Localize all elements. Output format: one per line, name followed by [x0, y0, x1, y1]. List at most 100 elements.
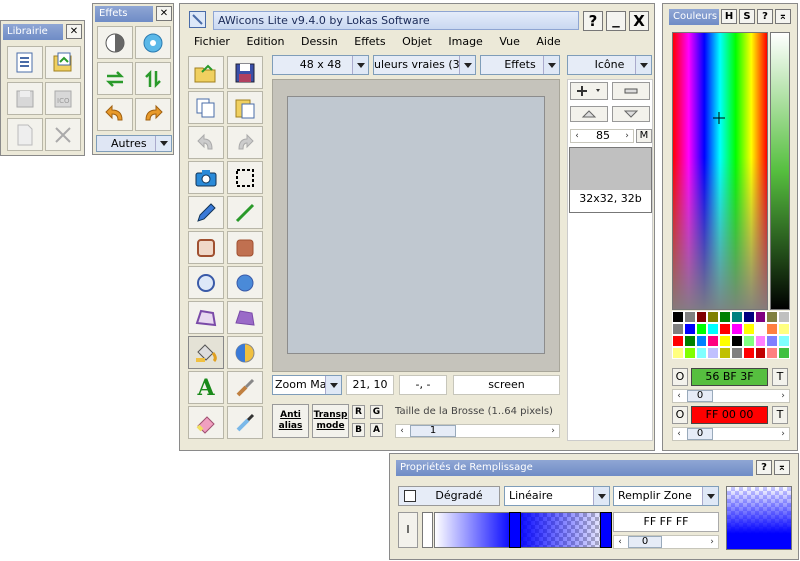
fill-mode-combo[interactable]: Remplir Zone	[613, 486, 719, 506]
primary-o-button[interactable]: O	[672, 368, 688, 386]
pencil-button[interactable]	[188, 196, 224, 229]
color-swatch[interactable]	[719, 323, 731, 335]
color-swatch[interactable]	[742, 323, 755, 335]
menu-effets[interactable]: Effets	[354, 35, 385, 48]
select-button[interactable]	[227, 161, 263, 194]
color-swatch[interactable]	[707, 311, 720, 323]
color-swatch[interactable]	[766, 311, 779, 323]
color-swatch[interactable]	[719, 311, 731, 323]
undo-button[interactable]	[188, 126, 224, 159]
primary-t-button[interactable]: T	[772, 368, 788, 386]
menu-objet[interactable]: Objet	[402, 35, 432, 48]
menu-fichier[interactable]: Fichier	[194, 35, 230, 48]
scroll-right-icon[interactable]: ›	[706, 536, 718, 548]
scroll-left-icon[interactable]: ‹	[571, 130, 583, 142]
scroll-right-icon[interactable]: ›	[621, 130, 633, 142]
secondary-t-button[interactable]: T	[772, 406, 788, 424]
scroll-left-icon[interactable]: ‹	[673, 428, 685, 440]
eyedropper-button[interactable]	[227, 406, 263, 439]
effect-contrast-button[interactable]	[97, 26, 133, 59]
library-save-button[interactable]	[7, 82, 43, 115]
menu-image[interactable]: Image	[448, 35, 482, 48]
couleurs-s-button[interactable]: S	[739, 9, 755, 24]
color-swatch[interactable]	[683, 323, 696, 335]
color-swatch[interactable]	[766, 347, 779, 359]
copy-button[interactable]	[188, 91, 224, 124]
color-swatch[interactable]	[695, 323, 708, 335]
remplissage-collapse-button[interactable]: ⌅	[774, 460, 790, 475]
color-swatch[interactable]	[672, 347, 684, 359]
gradient-toggle[interactable]: Dégradé	[398, 486, 500, 506]
menu-aide[interactable]: Aide	[536, 35, 560, 48]
color-swatch[interactable]	[754, 335, 767, 347]
primary-color-field[interactable]: 56 BF 3F	[691, 368, 768, 386]
effets-title[interactable]: Effets	[95, 6, 153, 22]
antialias-button[interactable]: Anti alias	[272, 404, 309, 438]
preview-scroll[interactable]: ‹ 85 ›	[570, 129, 634, 143]
close-button[interactable]: X	[629, 11, 649, 31]
couleurs-collapse-button[interactable]: ⌅	[775, 9, 791, 24]
gradient-fill-button[interactable]	[227, 336, 263, 369]
library-open-button[interactable]	[45, 46, 81, 79]
brush-size-thumb[interactable]: 1	[410, 425, 456, 437]
color-swatch[interactable]	[707, 347, 720, 359]
remplissage-help-button[interactable]: ?	[756, 460, 772, 475]
channel-b-button[interactable]: B	[352, 423, 365, 437]
text-button[interactable]: A	[188, 371, 224, 404]
menu-dessin[interactable]: Dessin	[301, 35, 338, 48]
gradient-alpha-thumb[interactable]: 0	[628, 536, 662, 548]
capture-button[interactable]	[188, 161, 224, 194]
color-swatch[interactable]	[778, 323, 790, 335]
minimize-button[interactable]: _	[606, 11, 626, 31]
effets-close-button[interactable]: ✕	[156, 6, 172, 21]
polygon-outline-button[interactable]	[188, 301, 224, 334]
couleurs-title[interactable]: Couleurs	[669, 9, 719, 25]
remove-format-button[interactable]	[612, 82, 650, 100]
color-swatch[interactable]	[695, 347, 708, 359]
color-swatch[interactable]	[672, 311, 684, 323]
effects-others-dropdown[interactable]: Autres	[96, 135, 172, 152]
color-swatch[interactable]	[707, 323, 720, 335]
secondary-o-button[interactable]: O	[672, 406, 688, 424]
color-swatch[interactable]	[742, 347, 755, 359]
main-title-bar[interactable]: AWicons Lite v9.4.0 by Lokas Software ? …	[185, 7, 649, 33]
color-swatch[interactable]	[695, 335, 708, 347]
color-depth-combo[interactable]: uleurs vraies (32 bits)	[373, 55, 476, 75]
format-preview[interactable]: 32x32, 32b	[569, 147, 652, 213]
rect-outline-button[interactable]	[188, 231, 224, 264]
scroll-left-icon[interactable]: ‹	[396, 425, 408, 437]
color-swatch[interactable]	[683, 311, 696, 323]
color-swatch[interactable]	[731, 347, 743, 359]
color-swatch[interactable]	[672, 335, 684, 347]
rect-filled-button[interactable]	[227, 231, 263, 264]
line-button[interactable]	[227, 196, 263, 229]
color-swatch[interactable]	[672, 323, 684, 335]
color-swatch[interactable]	[742, 335, 755, 347]
ellipse-outline-button[interactable]	[188, 266, 224, 299]
lightness-bar[interactable]	[770, 32, 790, 310]
zoom-combo[interactable]: Zoom Ma:	[272, 375, 342, 395]
effect-rotate-right-button[interactable]	[135, 98, 171, 131]
remplissage-title[interactable]: Propriétés de Remplissage	[396, 460, 753, 476]
channel-r-button[interactable]: R	[352, 405, 365, 419]
couleurs-h-button[interactable]: H	[721, 9, 737, 24]
gradient-stop-right[interactable]	[600, 512, 612, 548]
library-page-button[interactable]	[7, 118, 43, 151]
library-new-button[interactable]	[7, 46, 43, 79]
color-swatch[interactable]	[731, 335, 743, 347]
polygon-filled-button[interactable]	[227, 301, 263, 334]
color-swatch[interactable]	[683, 335, 696, 347]
secondary-color-field[interactable]: FF 00 00	[691, 406, 768, 424]
icon-canvas[interactable]	[287, 96, 545, 354]
primary-alpha-thumb[interactable]: 0	[687, 390, 713, 402]
color-swatch[interactable]	[778, 347, 790, 359]
fill-button[interactable]	[188, 336, 224, 369]
scroll-right-icon[interactable]: ›	[547, 425, 559, 437]
color-swatch[interactable]	[731, 323, 743, 335]
secondary-alpha-thumb[interactable]: 0	[687, 428, 713, 440]
color-swatch[interactable]	[742, 311, 755, 323]
color-swatch[interactable]	[707, 335, 720, 347]
eraser-button[interactable]	[188, 406, 224, 439]
size-combo[interactable]: 48 x 48	[272, 55, 369, 75]
library-delete-button[interactable]	[45, 118, 81, 151]
